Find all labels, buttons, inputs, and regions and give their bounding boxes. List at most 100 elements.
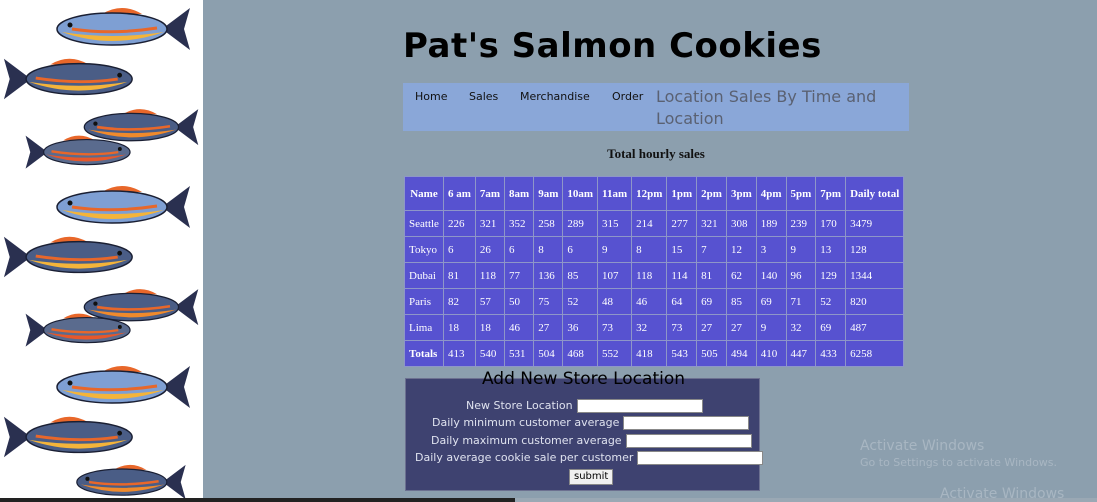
table-cell: 531: [504, 340, 535, 367]
nav-link-merchandise[interactable]: Merchandise: [520, 90, 590, 103]
table-cell: 6: [562, 236, 599, 263]
form-row-location: New Store Location: [466, 399, 703, 413]
table-cell: 73: [666, 314, 698, 341]
table-cell: 277: [666, 210, 698, 237]
table-cell: 8: [533, 236, 564, 263]
table-cell: 77: [504, 262, 535, 289]
table-cell: 81: [442, 262, 476, 289]
table-cell: 820: [845, 288, 905, 315]
table-cell: 118: [631, 262, 668, 289]
column-header: 7pm: [815, 176, 847, 211]
salmon-fish-icon: [25, 135, 131, 169]
table-cell: 82: [442, 288, 476, 315]
table-cell: 6: [442, 236, 476, 263]
column-header: 4pm: [755, 176, 787, 211]
table-cell: 258: [533, 210, 564, 237]
column-header: 12pm: [631, 176, 668, 211]
row-label: Seattle: [404, 210, 444, 237]
table-cell: 69: [815, 314, 847, 341]
watermark-title: Activate Windows: [860, 438, 985, 454]
table-cell: 13: [815, 236, 847, 263]
table-cell: 540: [474, 340, 506, 367]
table-cell: 1344: [845, 262, 905, 289]
sales-table: Name 6 am 7am 8am 9am 10am 11am 12pm 1pm 2pm 3pm 4p…: [404, 176, 905, 367]
table-cell: 447: [785, 340, 817, 367]
table-cell: 9: [755, 314, 787, 341]
table-cell: 50: [504, 288, 535, 315]
nav-link-sales[interactable]: Sales: [469, 90, 498, 103]
table-cell: 46: [504, 314, 535, 341]
table-cell: 433: [815, 340, 847, 367]
table-cell: 7: [696, 236, 727, 263]
column-header: 6 am: [442, 176, 476, 211]
column-header: 5pm: [785, 176, 817, 211]
form-row-max: Daily maximum customer average: [431, 434, 752, 448]
table-cell: 85: [725, 288, 757, 315]
table-cell: 48: [597, 288, 633, 315]
row-label: Lima: [404, 314, 444, 341]
table-cell: 128: [845, 236, 905, 263]
table-cell: 352: [504, 210, 535, 237]
table-cell: 410: [755, 340, 787, 367]
min-customer-label: Daily minimum customer average: [432, 416, 620, 429]
table-cell: 81: [696, 262, 727, 289]
salmon-fish-icon: [76, 464, 186, 500]
table-cell: 52: [562, 288, 599, 315]
row-label: Dubai: [404, 262, 444, 289]
column-header: Daily total: [845, 176, 905, 211]
table-cell: 9: [785, 236, 817, 263]
add-store-form: Add New Store Location New Store Locatio…: [405, 369, 764, 491]
max-customer-input[interactable]: [625, 434, 752, 448]
avg-cookie-input[interactable]: [637, 451, 764, 465]
table-cell: 15: [666, 236, 698, 263]
table-cell: 118: [474, 262, 506, 289]
table-cell: 57: [474, 288, 506, 315]
min-customer-input[interactable]: [623, 416, 750, 430]
salmon-fish-icon: [3, 236, 133, 278]
table-row: Seattle 226 321 352 258 289 315 214 277 321 308 189…: [404, 210, 905, 237]
table-cell: 18: [474, 314, 506, 341]
table-cell: 418: [631, 340, 668, 367]
nav-link-order[interactable]: Order: [612, 90, 643, 103]
table-cell: 140: [755, 262, 787, 289]
table-cell: 52: [815, 288, 847, 315]
table-cell: 64: [666, 288, 698, 315]
table-cell: 32: [785, 314, 817, 341]
table-cell: 321: [696, 210, 727, 237]
submit-button[interactable]: submit: [569, 469, 614, 485]
table-cell: 75: [533, 288, 564, 315]
table-cell: 26: [474, 236, 506, 263]
table-cell: 32: [631, 314, 668, 341]
nav-heading: Location Sales By Time and Location: [656, 87, 877, 128]
table-cell: 69: [696, 288, 727, 315]
salmon-fish-icon: [56, 366, 190, 408]
table-cell: 170: [815, 210, 847, 237]
table-cell: 214: [631, 210, 668, 237]
avg-cookie-label: Daily average cookie sale per customer: [415, 451, 634, 464]
table-cell: 543: [666, 340, 698, 367]
table-cell: 85: [562, 262, 599, 289]
row-label: Totals: [404, 340, 444, 367]
table-cell: 9: [597, 236, 633, 263]
table-row: Lima 18 18 46 27 36 73 32 73 27 27 9 32 69 487: [404, 314, 905, 341]
table-cell: 239: [785, 210, 817, 237]
row-label: Tokyo: [404, 236, 444, 263]
totals-row: Totals 413 540 531 504 468 552 418 543 505 494 410 4…: [404, 340, 905, 367]
table-row: Paris 82 57 50 75 52 48 46 64 69 85 69 71 52 820: [404, 288, 905, 315]
store-location-input[interactable]: [576, 399, 703, 413]
max-customer-label: Daily maximum customer average: [431, 434, 622, 447]
column-header: 10am: [562, 176, 599, 211]
watermark-subtitle: Go to Settings to activate Windows.: [860, 456, 1058, 469]
salmon-fish-icon: [25, 313, 131, 347]
table-cell: 504: [533, 340, 564, 367]
table-cell: 552: [597, 340, 633, 367]
table-cell: 8: [631, 236, 668, 263]
table-cell: 3: [755, 236, 787, 263]
table-cell: 69: [755, 288, 787, 315]
table-caption: Total hourly sales: [607, 146, 705, 161]
page-title: Pat's Salmon Cookies: [403, 26, 822, 66]
bottom-edge-dark: [0, 498, 515, 502]
table-cell: 3479: [845, 210, 905, 237]
form-row-avg: Daily average cookie sale per customer: [415, 451, 764, 465]
nav-link-home[interactable]: Home: [415, 90, 447, 103]
